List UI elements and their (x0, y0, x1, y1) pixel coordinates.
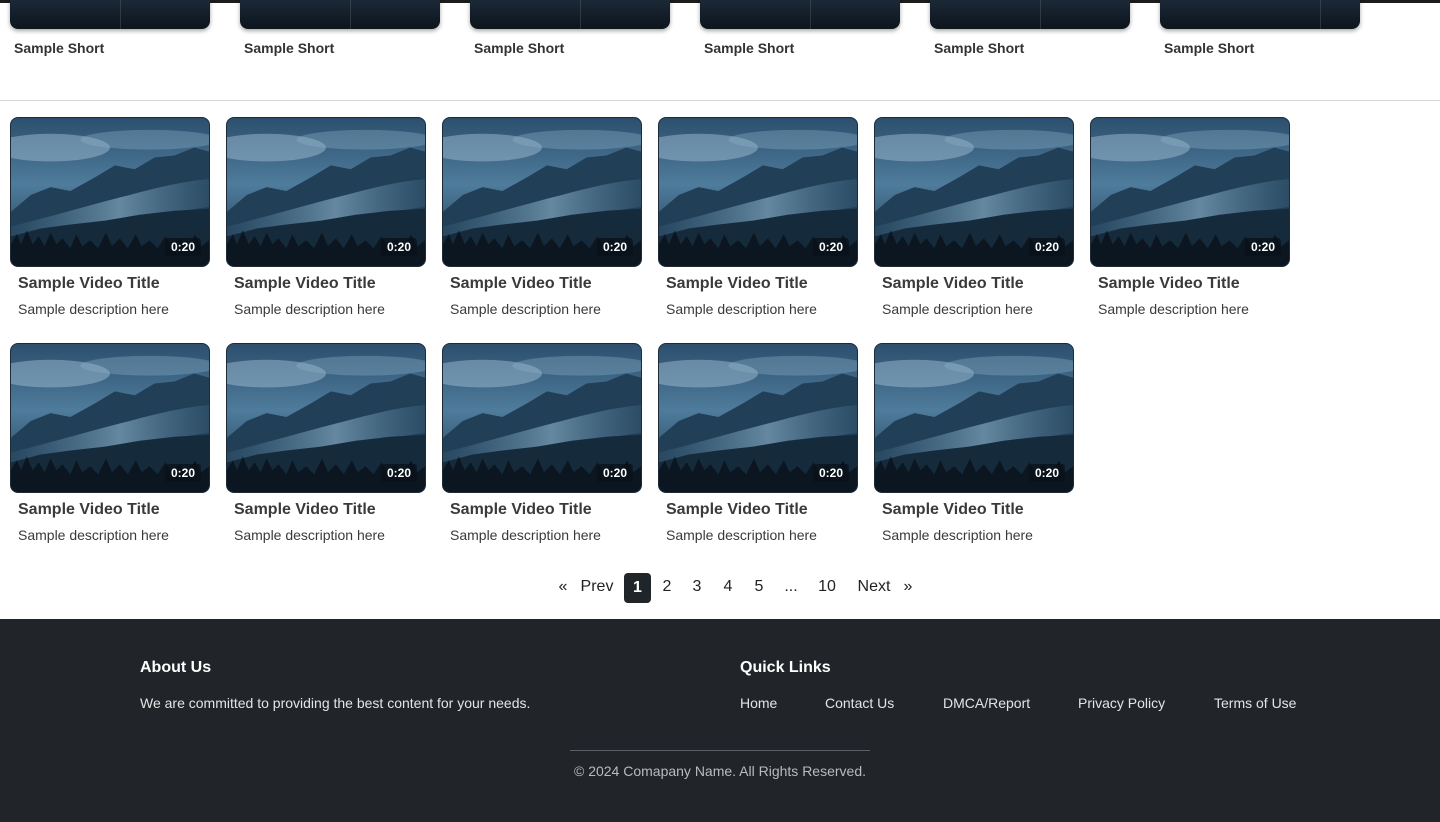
video-title[interactable]: Sample Video Title (1098, 275, 1240, 293)
quick-links-heading: Quick Links (740, 659, 831, 676)
short-title[interactable]: Sample Short (704, 40, 794, 56)
next-arrow-icon[interactable]: » (901, 572, 915, 602)
video-card[interactable]: 0:20 Sample Video Title Sample descripti… (10, 343, 210, 553)
video-duration: 0:20 (164, 464, 201, 482)
video-duration: 0:20 (164, 238, 201, 256)
video-title[interactable]: Sample Video Title (882, 501, 1024, 519)
video-card[interactable]: 0:20 Sample Video Title Sample descripti… (874, 343, 1074, 553)
video-card[interactable]: 0:20 Sample Video Title Sample descripti… (874, 117, 1074, 327)
next-page-link[interactable]: Next (855, 572, 893, 602)
video-description: Sample description here (882, 301, 1033, 317)
video-thumbnail[interactable]: 0:20 (10, 117, 210, 267)
about-heading: About Us (140, 659, 212, 676)
video-thumbnail[interactable]: 0:20 (10, 343, 210, 493)
shorts-strip: Sample Short Sample Short Sample Short S… (0, 0, 1440, 101)
video-card[interactable]: 0:20 Sample Video Title Sample descripti… (226, 117, 426, 327)
video-thumbnail[interactable]: 0:20 (658, 117, 858, 267)
about-text: We are committed to providing the best c… (140, 695, 531, 711)
video-description: Sample description here (450, 527, 601, 543)
video-title[interactable]: Sample Video Title (450, 501, 592, 519)
footer-link-privacy[interactable]: Privacy Policy (1078, 695, 1165, 711)
page-link-current[interactable]: 1 (624, 573, 651, 603)
video-description: Sample description here (18, 527, 169, 543)
video-thumbnail[interactable]: 0:20 (442, 343, 642, 493)
video-duration: 0:20 (1028, 238, 1065, 256)
short-thumbnail[interactable] (240, 0, 440, 29)
footer-link-home[interactable]: Home (740, 695, 777, 711)
video-title[interactable]: Sample Video Title (18, 275, 160, 293)
page-link-last[interactable]: 10 (815, 572, 839, 602)
footer-link-dmca[interactable]: DMCA/Report (943, 695, 1030, 711)
video-card[interactable]: 0:20 Sample Video Title Sample descripti… (442, 343, 642, 553)
site-footer: About Us We are committed to providing t… (0, 619, 1440, 822)
video-title[interactable]: Sample Video Title (450, 275, 592, 293)
video-duration: 0:20 (1028, 464, 1065, 482)
video-duration: 0:20 (596, 238, 633, 256)
video-card[interactable]: 0:20 Sample Video Title Sample descripti… (658, 343, 858, 553)
video-duration: 0:20 (812, 238, 849, 256)
video-thumbnail[interactable]: 0:20 (442, 117, 642, 267)
video-card[interactable]: 0:20 Sample Video Title Sample descripti… (226, 343, 426, 553)
short-title[interactable]: Sample Short (244, 40, 334, 56)
page-link[interactable]: 4 (719, 572, 737, 602)
short-title[interactable]: Sample Short (474, 40, 564, 56)
short-thumbnail[interactable] (10, 0, 210, 29)
video-title[interactable]: Sample Video Title (234, 275, 376, 293)
video-description: Sample description here (18, 301, 169, 317)
section-divider (0, 100, 1440, 101)
video-title[interactable]: Sample Video Title (18, 501, 160, 519)
footer-link-terms[interactable]: Terms of Use (1214, 695, 1296, 711)
video-title[interactable]: Sample Video Title (234, 501, 376, 519)
short-title[interactable]: Sample Short (14, 40, 104, 56)
pagination: « Prev 1 2 3 4 5 ... 10 Next » (0, 572, 1440, 604)
short-thumbnail[interactable] (470, 0, 670, 29)
prev-arrow-icon[interactable]: « (556, 572, 570, 602)
page-link[interactable]: 2 (658, 572, 676, 602)
video-thumbnail[interactable]: 0:20 (658, 343, 858, 493)
video-thumbnail[interactable]: 0:20 (874, 117, 1074, 267)
short-thumbnail[interactable] (930, 0, 1130, 29)
video-description: Sample description here (666, 527, 817, 543)
footer-divider (570, 750, 870, 751)
video-description: Sample description here (882, 527, 1033, 543)
video-thumbnail[interactable]: 0:20 (226, 343, 426, 493)
video-card[interactable]: 0:20 Sample Video Title Sample descripti… (658, 117, 858, 327)
page-link[interactable]: 3 (688, 572, 706, 602)
video-duration: 0:20 (1244, 238, 1281, 256)
short-thumbnail[interactable] (1160, 0, 1360, 29)
video-description: Sample description here (234, 301, 385, 317)
video-description: Sample description here (1098, 301, 1249, 317)
video-card[interactable]: 0:20 Sample Video Title Sample descripti… (10, 117, 210, 327)
video-title[interactable]: Sample Video Title (666, 275, 808, 293)
footer-link-contact[interactable]: Contact Us (825, 695, 894, 711)
video-title[interactable]: Sample Video Title (666, 501, 808, 519)
video-duration: 0:20 (380, 238, 417, 256)
short-thumbnail[interactable] (700, 0, 900, 29)
pagination-ellipsis: ... (784, 578, 798, 595)
page-link[interactable]: 5 (750, 572, 768, 602)
video-duration: 0:20 (380, 464, 417, 482)
video-description: Sample description here (666, 301, 817, 317)
video-description: Sample description here (234, 527, 385, 543)
video-duration: 0:20 (812, 464, 849, 482)
video-thumbnail[interactable]: 0:20 (1090, 117, 1290, 267)
video-thumbnail[interactable]: 0:20 (874, 343, 1074, 493)
video-card[interactable]: 0:20 Sample Video Title Sample descripti… (1090, 117, 1290, 327)
prev-page-link[interactable]: Prev (578, 572, 616, 602)
copyright-text: © 2024 Comapany Name. All Rights Reserve… (573, 763, 866, 779)
video-title[interactable]: Sample Video Title (882, 275, 1024, 293)
video-card[interactable]: 0:20 Sample Video Title Sample descripti… (442, 117, 642, 327)
short-title[interactable]: Sample Short (934, 40, 1024, 56)
video-thumbnail[interactable]: 0:20 (226, 117, 426, 267)
video-duration: 0:20 (596, 464, 633, 482)
short-title[interactable]: Sample Short (1164, 40, 1254, 56)
video-description: Sample description here (450, 301, 601, 317)
